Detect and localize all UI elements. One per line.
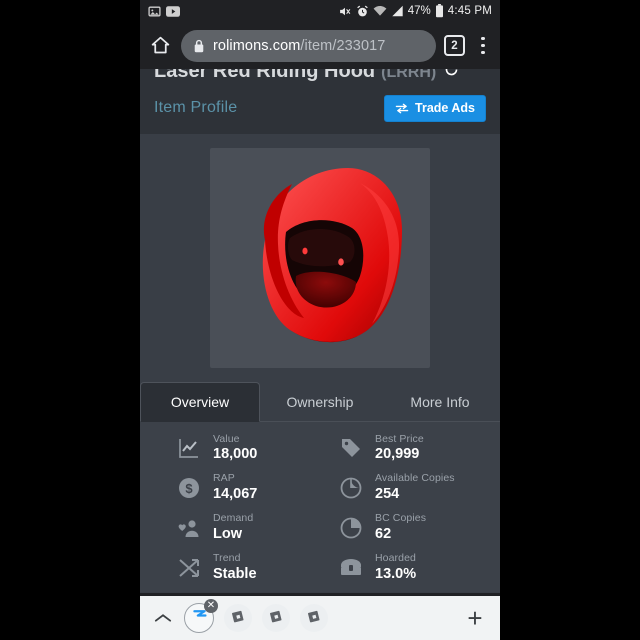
item-tab-bar: Overview Ownership More Info <box>140 381 500 422</box>
stat-text: Best Price 20,999 <box>375 432 424 463</box>
trend-arrows-icon <box>176 555 202 581</box>
demand-people-icon <box>176 515 202 541</box>
url-text: rolimons.com/item/233017 <box>213 38 385 54</box>
web-page-content: Laser Red Riding Hood (LRRH) Item Profil… <box>140 69 500 640</box>
battery-icon <box>435 4 444 18</box>
exchange-arrows-icon <box>395 103 409 114</box>
stat-text: Trend Stable <box>213 553 257 582</box>
stat-value-text: Low <box>213 525 242 542</box>
treasure-chest-icon <box>338 555 364 581</box>
screenshot-root: 47% 4:45 PM rolimons.com/item/233017 2 L… <box>0 0 640 640</box>
status-bar-notifications <box>148 5 180 18</box>
stat-value-text: 14,067 <box>213 485 258 502</box>
stat-text: Hoarded 13.0% <box>375 553 416 582</box>
page-title: Laser Red Riding Hood (LRRH) <box>154 69 486 86</box>
stat-label: Hoarded <box>375 552 416 565</box>
alarm-clock-icon <box>356 5 369 18</box>
roblox-logo-icon <box>307 608 322 628</box>
tab-overview[interactable]: Overview <box>140 381 260 422</box>
url-domain: rolimons.com <box>213 37 301 54</box>
stat-rap: $ RAP 14,067 <box>140 473 320 502</box>
trade-ads-button[interactable]: Trade Ads <box>384 95 486 122</box>
youtube-icon <box>166 5 180 17</box>
battery-percent-label: 47% <box>407 5 431 17</box>
new-tab-button[interactable]: + <box>462 605 488 631</box>
pie-chart-outline-icon <box>338 515 364 541</box>
lock-icon <box>193 39 205 53</box>
stat-value-text: 254 <box>375 485 400 502</box>
stat-text: Available Copies 254 <box>375 473 455 502</box>
tab-switcher-button[interactable]: 2 <box>444 35 465 56</box>
price-tag-icon <box>338 435 364 461</box>
url-path: /item/233017 <box>300 37 386 54</box>
dollar-circle-icon: $ <box>176 475 202 501</box>
stat-text: Demand Low <box>213 513 253 542</box>
refresh-icon[interactable] <box>444 69 459 84</box>
close-icon[interactable]: ✕ <box>204 599 218 613</box>
stat-available-copies: Available Copies 254 <box>320 473 500 502</box>
item-profile-link[interactable]: Item Profile <box>154 99 237 117</box>
item-stats-grid: Value 18,000 Best Price 20,999 $ RAP 14,… <box>140 421 500 593</box>
wifi-icon <box>373 5 387 17</box>
stat-value-text: 18,000 <box>213 445 258 462</box>
tab-more-info[interactable]: More Info <box>380 382 500 422</box>
tab-chip-roblox-1[interactable] <box>224 604 252 632</box>
cell-signal-icon <box>391 5 404 17</box>
roblox-logo-icon <box>269 608 284 628</box>
item-title-text: Laser Red Riding Hood <box>154 69 376 82</box>
stat-value-text: 20,999 <box>375 445 420 462</box>
item-subheader-row: Item Profile Trade Ads <box>154 95 486 122</box>
bottom-tab-strip: ✕ + <box>140 593 500 640</box>
line-chart-icon <box>176 435 202 461</box>
trade-ads-label: Trade Ads <box>415 101 475 115</box>
phone-viewport: 47% 4:45 PM rolimons.com/item/233017 2 L… <box>140 0 500 640</box>
stat-label: Best Price <box>375 432 424 445</box>
stat-label: Value <box>213 432 240 445</box>
stat-text: Value 18,000 <box>213 432 258 463</box>
stat-trend: Trend Stable <box>140 553 320 582</box>
pie-chart-filled-icon <box>338 475 364 501</box>
stat-label: RAP <box>213 472 235 485</box>
overflow-menu-icon[interactable] <box>473 32 493 60</box>
status-bar-indicators: 47% 4:45 PM <box>338 4 492 18</box>
android-status-bar: 47% 4:45 PM <box>140 0 500 22</box>
stat-label: BC Copies <box>375 512 427 525</box>
chevron-up-icon[interactable] <box>152 612 174 624</box>
item-header: Laser Red Riding Hood (LRRH) Item Profil… <box>140 69 500 134</box>
address-bar[interactable]: rolimons.com/item/233017 <box>181 29 436 62</box>
image-icon <box>148 5 161 18</box>
volume-mute-icon <box>338 5 352 18</box>
tab-ownership[interactable]: Ownership <box>260 382 380 422</box>
stat-hoarded: Hoarded 13.0% <box>320 553 500 582</box>
home-icon[interactable] <box>147 33 173 59</box>
clock-label: 4:45 PM <box>447 5 492 17</box>
svg-text:$: $ <box>185 481 193 496</box>
tab-chip-roblox-3[interactable] <box>300 604 328 632</box>
stat-demand: Demand Low <box>140 513 320 542</box>
stat-label: Trend <box>213 552 241 565</box>
stat-label: Available Copies <box>375 472 455 485</box>
stat-label: Demand <box>213 512 254 525</box>
browser-toolbar: rolimons.com/item/233017 2 <box>140 22 500 69</box>
tab-chip-rolimons[interactable]: ✕ <box>184 599 218 633</box>
item-thumbnail-area <box>140 133 500 382</box>
item-acronym: (LRRH) <box>381 69 437 81</box>
stat-bc-copies: BC Copies 62 <box>320 513 500 542</box>
stat-best-price: Best Price 20,999 <box>320 432 500 463</box>
stat-value: Value 18,000 <box>140 432 320 463</box>
red-hood-item-render <box>262 167 402 342</box>
tab-chip-roblox-2[interactable] <box>262 604 290 632</box>
stat-text: BC Copies 62 <box>375 513 426 542</box>
stat-value-text: 13.0% <box>375 565 417 582</box>
stat-value-text: Stable <box>213 565 257 582</box>
roblox-logo-icon <box>231 608 246 628</box>
stat-value-text: 62 <box>375 525 392 542</box>
item-thumbnail[interactable] <box>210 147 430 368</box>
stat-text: RAP 14,067 <box>213 473 257 502</box>
